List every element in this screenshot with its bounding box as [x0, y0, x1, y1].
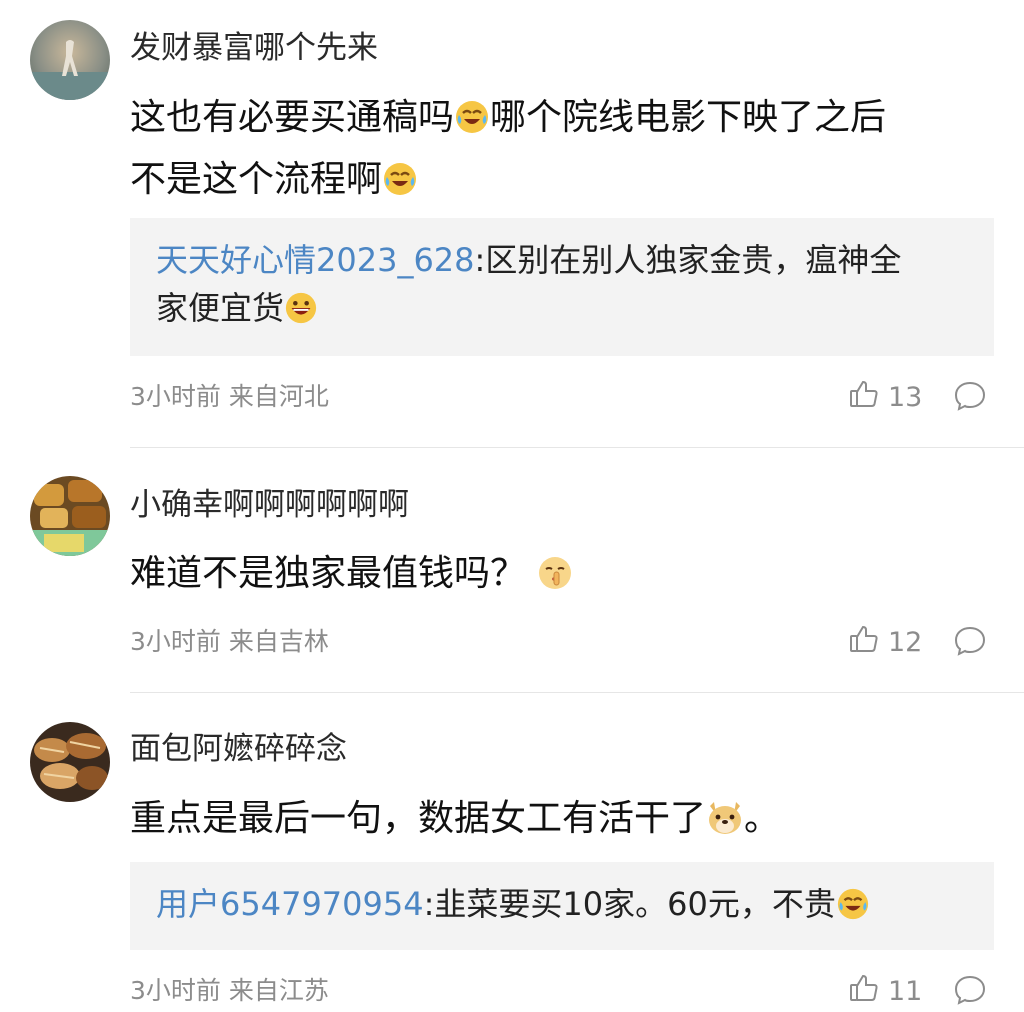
reply-button[interactable]	[952, 623, 988, 659]
like-count: 13	[888, 381, 923, 413]
like-button[interactable]: 13	[848, 379, 922, 415]
reply-button[interactable]	[952, 378, 988, 414]
comment-meta: 3小时前 来自河北	[130, 382, 329, 411]
laugh-cry-emoji-icon	[382, 158, 418, 214]
comment-text-part: 这也有必要买通稿吗	[130, 97, 455, 138]
comment-text-part: 。	[744, 798, 781, 839]
laugh-cry-emoji-icon	[836, 886, 870, 934]
shush-emoji-icon	[537, 552, 573, 608]
comment-text: 难道不是独家最值钱吗？	[130, 546, 990, 608]
avatar[interactable]	[30, 722, 110, 802]
grin-emoji-icon	[284, 290, 318, 338]
reply-text: :韭菜要买10家。60元，不贵	[423, 885, 836, 923]
divider	[130, 447, 1024, 448]
like-count: 11	[888, 975, 923, 1007]
comment-text: 这也有必要买通稿吗 哪个院线电影下映了之后 不是这个流程啊	[130, 90, 990, 214]
speech-bubble-icon	[952, 975, 988, 1012]
speech-bubble-icon	[952, 626, 988, 663]
avatar[interactable]	[30, 20, 110, 100]
like-count: 12	[888, 626, 923, 658]
comment-text-part: 难道不是独家最值钱吗？	[130, 553, 527, 594]
reply-text: :区别在别人独家金贵，瘟神全	[474, 241, 902, 279]
divider	[130, 692, 1024, 693]
thumbs-up-icon	[848, 972, 880, 1011]
comment-meta: 3小时前 来自江苏	[130, 976, 329, 1005]
comment-meta: 3小时前 来自吉林	[130, 627, 329, 656]
like-button[interactable]: 12	[848, 624, 922, 660]
laugh-cry-emoji-icon	[454, 96, 490, 152]
reply-username[interactable]: 天天好心情2023_628	[156, 241, 475, 279]
comment-text-part: 哪个院线电影下映了之后	[490, 97, 887, 138]
reply-username[interactable]: 用户6547970954	[156, 885, 424, 923]
reply-text: 家便宜货	[156, 289, 285, 327]
comment-text-part: 不是这个流程啊	[130, 159, 383, 200]
thumbs-up-icon	[848, 623, 880, 662]
reply-button[interactable]	[952, 972, 988, 1008]
username[interactable]: 面包阿嬷碎碎念	[130, 729, 347, 769]
username[interactable]: 发财暴富哪个先来	[130, 28, 378, 68]
reply-preview[interactable]: 天天好心情2023_628:区别在别人独家金贵，瘟神全 家便宜货	[130, 218, 994, 356]
comment-text-part: 重点是最后一句，数据女工有活干了	[130, 798, 707, 839]
speech-bubble-icon	[952, 381, 988, 418]
comment-text: 重点是最后一句，数据女工有活干了。	[130, 791, 990, 853]
reply-preview[interactable]: 用户6547970954:韭菜要买10家。60元，不贵	[130, 862, 994, 950]
thumbs-up-icon	[848, 378, 880, 417]
doge-emoji-icon	[706, 797, 744, 853]
like-button[interactable]: 11	[848, 973, 922, 1009]
avatar[interactable]	[30, 476, 110, 556]
username[interactable]: 小确幸啊啊啊啊啊啊	[130, 485, 409, 525]
